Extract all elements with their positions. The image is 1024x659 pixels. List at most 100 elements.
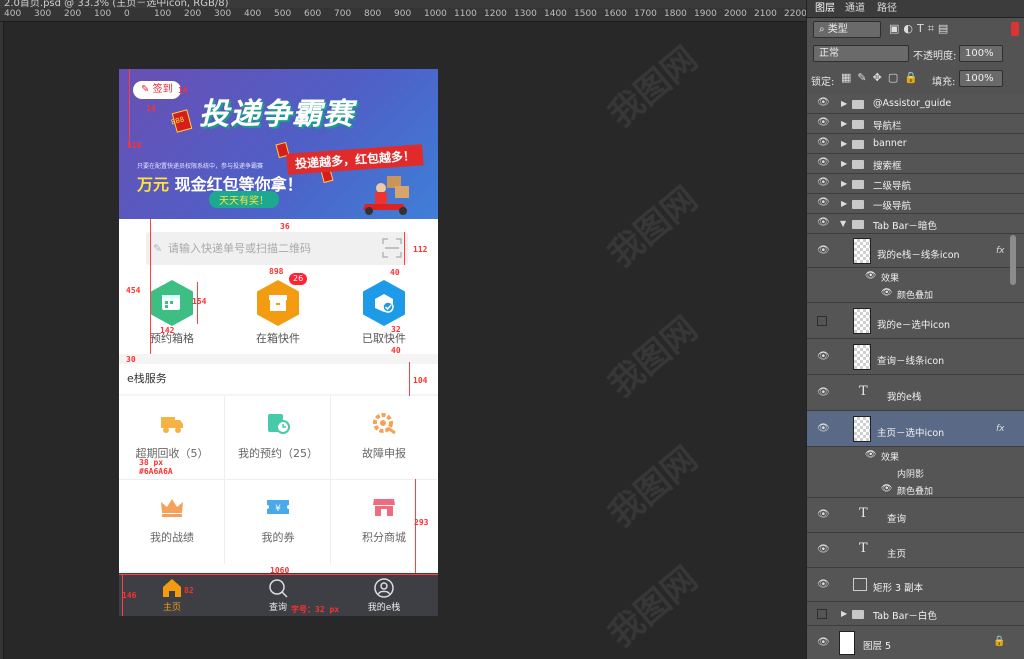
eye-icon[interactable]: 👁	[817, 579, 830, 590]
ruler-tick-label: 1300	[514, 9, 537, 19]
measure-label: 112	[413, 245, 428, 254]
expand-arrow-icon[interactable]: ▶	[841, 139, 847, 148]
layer-row[interactable]: 👁 我的e栈－线条icon fx	[807, 234, 1024, 268]
layer-row[interactable]: 👁 ▶ 导航栏	[807, 114, 1024, 134]
truck-icon	[161, 417, 183, 433]
fx-icon[interactable]: fx	[996, 246, 1005, 256]
layer-row[interactable]: 👁 ▶ 搜索框	[807, 154, 1024, 174]
ruler-tick-label: 400	[4, 9, 22, 19]
tab-paths[interactable]: 路径	[877, 0, 897, 18]
expand-arrow-icon[interactable]: ▶	[841, 179, 847, 188]
layer-row[interactable]: 👁 ▶ @Assistor_guide	[807, 94, 1024, 114]
eye-icon[interactable]: 👁	[817, 245, 830, 256]
filter-toggle[interactable]	[1011, 22, 1019, 36]
ruler-tick-label: 600	[304, 9, 322, 19]
tab-channels[interactable]: 通道	[845, 0, 865, 18]
search-icon: ⌕	[819, 24, 825, 35]
courier-scooter-icon	[363, 176, 409, 215]
effect-row[interactable]: 👁 颜色叠加	[807, 285, 1024, 303]
blend-mode-select[interactable]: 正常	[813, 45, 909, 62]
measure-label: 146	[122, 591, 137, 600]
ruler-tick-label: 700	[334, 9, 352, 19]
measure-label: 82	[184, 586, 194, 595]
eye-icon[interactable]: 👁	[865, 271, 876, 281]
service-my-coupon[interactable]: ¥ 我的券	[225, 480, 331, 564]
service-my-reservation[interactable]: 我的预约（25）	[225, 396, 331, 480]
layer-row[interactable]: 👁 T 我的e栈	[807, 375, 1024, 411]
scan-qrcode-icon[interactable]	[382, 238, 402, 258]
folder-icon	[852, 120, 864, 129]
layer-row[interactable]: 👁 ▶ banner	[807, 134, 1024, 154]
folder-icon	[852, 200, 864, 209]
layer-row[interactable]: 👁 T 主页	[807, 533, 1024, 568]
layer-filter-select[interactable]: ⌕ 类型	[813, 21, 881, 38]
fx-icon[interactable]: fx	[996, 424, 1005, 434]
home-icon	[163, 579, 181, 597]
eye-icon[interactable]: 👁	[817, 137, 830, 148]
eye-icon[interactable]: 👁	[817, 637, 830, 648]
layer-thumbnail	[853, 416, 871, 442]
layer-row[interactable]: 👁 ▶ 一级导航	[807, 194, 1024, 214]
expand-arrow-icon[interactable]: ▶	[841, 609, 847, 618]
layer-row[interactable]: 👁 ▶ 二级导航	[807, 174, 1024, 194]
eye-icon[interactable]: 👁	[817, 97, 830, 108]
shop-icon	[373, 499, 395, 516]
service-my-record[interactable]: 我的战绩	[119, 480, 225, 564]
eye-icon[interactable]: 👁	[881, 288, 892, 298]
search-input[interactable]: ✎ 请输入快递单号或扫描二维码	[146, 232, 408, 265]
expand-arrow-icon[interactable]: ▶	[841, 199, 847, 208]
tab-my-estation[interactable]: 我的e栈	[331, 573, 437, 616]
effects-row[interactable]: 👁 效果	[807, 447, 1024, 464]
panel-scrollbar[interactable]	[1010, 235, 1016, 285]
eye-icon[interactable]: 👁	[817, 157, 830, 168]
banner[interactable]: ✎ 签到 888 投递争霸赛 投递越多，红包越多！ 只要在配置快递员权限系统中，…	[119, 69, 438, 219]
eye-icon[interactable]: 👁	[817, 197, 830, 208]
layer-row[interactable]: 👁 矩形 3 副本	[807, 568, 1024, 602]
layer-row[interactable]: 👁 查询－线条icon	[807, 339, 1024, 375]
expand-arrow-icon[interactable]: ▶	[841, 119, 847, 128]
effect-row[interactable]: 内阴影	[807, 464, 1024, 481]
carousel-dots[interactable]	[411, 209, 426, 219]
expand-arrow-icon[interactable]: ▶	[841, 159, 847, 168]
tab-label: 主页	[162, 603, 181, 613]
eye-icon[interactable]: 👁	[817, 117, 830, 128]
layer-row[interactable]: ▶ Tab Bar－白色	[807, 602, 1024, 626]
lock-icons[interactable]: ▦✎✥▢🔒	[841, 71, 924, 84]
layer-row[interactable]: 👁 T 查询	[807, 498, 1024, 533]
layer-row[interactable]: 我的e－选中icon	[807, 303, 1024, 339]
quick-action-picked-up[interactable]: 已取快件	[331, 280, 437, 350]
visibility-toggle[interactable]	[817, 316, 827, 326]
layer-row[interactable]: 👁 图层 5 🔒	[807, 626, 1024, 659]
eye-icon[interactable]: 👁	[817, 423, 830, 434]
eye-icon[interactable]: 👁	[817, 217, 830, 228]
eye-icon[interactable]: 👁	[817, 351, 830, 362]
fill-input[interactable]: 100%	[959, 70, 1003, 87]
eye-icon[interactable]: 👁	[881, 484, 892, 494]
box-icon	[269, 295, 287, 311]
eye-icon[interactable]: 👁	[817, 387, 830, 398]
expand-arrow-icon[interactable]: ▶	[841, 99, 847, 108]
measure-label: 104	[413, 376, 428, 385]
eye-icon[interactable]: 👁	[865, 450, 876, 460]
lock-label: 锁定:	[811, 77, 835, 88]
layer-row[interactable]: 👁 ▼ Tab Bar－暗色	[807, 214, 1024, 234]
collapse-arrow-icon[interactable]: ▼	[840, 219, 846, 228]
opacity-input[interactable]: 100%	[959, 45, 1003, 62]
eye-icon[interactable]: 👁	[817, 509, 830, 520]
checkin-button[interactable]: ✎ 签到	[133, 81, 181, 99]
visibility-toggle[interactable]	[817, 609, 827, 619]
quick-action-in-box[interactable]: 26 在箱快件	[225, 273, 331, 350]
effect-row[interactable]: 👁 颜色叠加	[807, 481, 1024, 498]
measure-label: 518	[127, 141, 142, 150]
filter-icons[interactable]: ▣◐T⌗▤	[889, 22, 952, 36]
tab-layers[interactable]: 图层	[815, 0, 835, 18]
measure-label: 1060	[270, 566, 290, 575]
layer-row-selected[interactable]: 👁 主页－选中icon fx	[807, 411, 1024, 447]
eye-icon[interactable]: 👁	[817, 177, 830, 188]
eye-icon[interactable]: 👁	[817, 544, 830, 555]
ruler-tick-label: 1000	[424, 9, 447, 19]
effects-row[interactable]: 👁 效果	[807, 268, 1024, 285]
top-ruler: 400 300 200 100 0 100 200 300 400 500 600 700 800 900…	[0, 8, 807, 22]
watermark: 我图网	[601, 179, 706, 276]
service-fault-report[interactable]: 故障申报	[331, 396, 437, 480]
